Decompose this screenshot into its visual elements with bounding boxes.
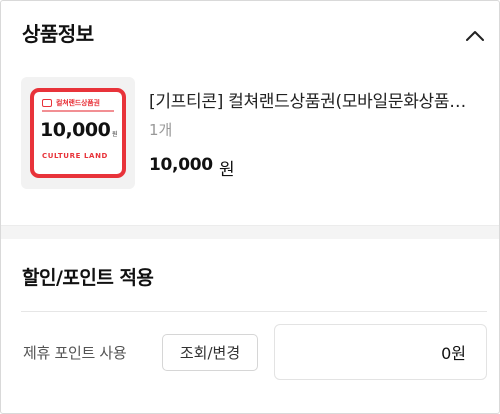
card-brand-text: 컬쳐랜드상품권 — [56, 99, 100, 107]
product-thumbnail[interactable]: 컬쳐랜드상품권 10,000 원 CULTURE LAND — [21, 77, 135, 189]
collapse-button[interactable] — [461, 21, 489, 49]
chevron-up-icon — [466, 30, 484, 41]
card-divider — [42, 110, 114, 112]
partner-points-field[interactable] — [274, 324, 487, 380]
partner-points-label: 제휴 포인트 사용 — [23, 344, 127, 362]
price-currency: 원 — [219, 160, 235, 180]
order-panel: 상품정보 컬쳐랜드상품권 10,000 원 CULTURE LAND [기프티콘… — [0, 0, 500, 414]
card-amount: 10,000 — [40, 119, 111, 141]
product-price: 10,000 — [149, 155, 213, 175]
product-item: 컬쳐랜드상품권 10,000 원 CULTURE LAND [기프티콘] 컬쳐랜… — [1, 63, 499, 223]
card-won: 원 — [112, 131, 118, 138]
discount-divider — [21, 311, 487, 312]
product-info-title: 상품정보 — [22, 22, 94, 46]
section-spacer — [1, 226, 499, 239]
discount-points-title: 할인/포인트 적용 — [22, 267, 154, 289]
card-footer-text: CULTURE LAND — [42, 152, 108, 160]
lookup-change-button[interactable]: 조회/변경 — [162, 334, 258, 371]
product-info-header[interactable]: 상품정보 — [1, 1, 499, 63]
brand-logo-icon — [42, 99, 52, 107]
product-name[interactable]: [기프티콘] 컬쳐랜드상품권(모바일문화상품권) 10,000원 — [149, 87, 477, 112]
product-quantity: 1개 — [149, 121, 173, 139]
gift-card-image: 컬쳐랜드상품권 10,000 원 CULTURE LAND — [30, 88, 126, 178]
